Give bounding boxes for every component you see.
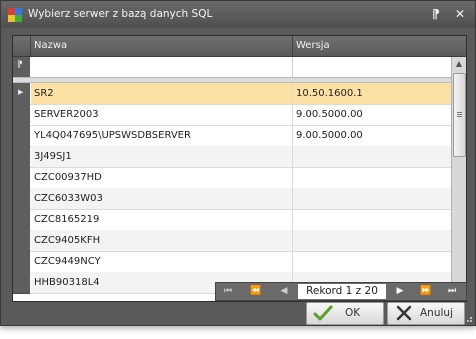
cell-name-text: CZC00937HD xyxy=(34,172,102,183)
cell-name-text: SR2 xyxy=(34,88,54,99)
next-record-icon[interactable]: ▶ xyxy=(390,283,410,300)
grid-header: Nazwa Wersja xyxy=(13,36,466,57)
cell-version[interactable] xyxy=(293,251,452,272)
row-indicator xyxy=(13,125,30,147)
window-title: Wybierz serwer z bazą danych SQL xyxy=(28,8,213,20)
current-row-arrow-icon: ▶ xyxy=(18,88,24,96)
cell-version[interactable] xyxy=(293,146,452,167)
cell-version[interactable] xyxy=(293,188,452,209)
checkmark-icon xyxy=(313,305,333,321)
row-indicator xyxy=(13,167,30,189)
cell-name-text: CZC9405KFH xyxy=(34,235,101,246)
cell-version[interactable]: 9.00.5000.00 xyxy=(293,125,452,146)
row-indicator xyxy=(13,230,30,252)
cell-version[interactable]: 10.50.1600.1 xyxy=(293,83,452,104)
cell-name-text: CZC9449NCY xyxy=(34,256,101,267)
cell-name[interactable]: CZC00937HD xyxy=(31,167,293,188)
header-indicator-cell xyxy=(13,36,31,56)
cell-version-text: 9.00.5000.00 xyxy=(296,109,363,120)
column-header-name-label: Nazwa xyxy=(34,40,68,51)
dialog-window: Wybierz serwer z bazą danych SQL ⁋ ✕ Naz… xyxy=(0,0,476,326)
cell-name[interactable]: CZC8165219 xyxy=(31,209,293,230)
cancel-x-icon xyxy=(396,305,412,321)
next-page-icon[interactable]: ⏩ xyxy=(416,283,436,300)
cell-version[interactable] xyxy=(293,209,452,230)
row-indicator xyxy=(13,146,30,168)
cell-name[interactable]: SERVER2003 xyxy=(31,104,293,125)
table-row[interactable]: ▶ SR2 10.50.1600.1 xyxy=(13,83,452,105)
prev-record-icon[interactable]: ◀ xyxy=(274,283,294,300)
cell-name-text: 3J49SJ1 xyxy=(34,151,72,162)
table-row[interactable]: 3J49SJ1 xyxy=(13,146,452,168)
cell-name[interactable]: SR2 xyxy=(31,83,293,104)
cancel-button-label: Anuluj xyxy=(420,307,453,319)
cell-name-text: CZC8165219 xyxy=(34,214,100,225)
prev-page-icon[interactable]: ⏪ xyxy=(246,283,266,300)
cell-version[interactable]: 9.00.5000.00 xyxy=(293,104,452,125)
row-indicator xyxy=(13,104,30,126)
row-indicator xyxy=(13,188,30,210)
cell-name[interactable]: CZC6033W03 xyxy=(31,188,293,209)
ok-button-label: OK xyxy=(345,307,361,319)
scroll-up-icon[interactable]: ▲ xyxy=(452,57,466,71)
column-header-name[interactable]: Nazwa xyxy=(31,36,293,56)
row-indicator xyxy=(13,251,30,273)
cell-version-text: 10.50.1600.1 xyxy=(296,88,363,99)
record-navigator: ⏮ ⏪ ◀ Rekord 1 z 20 ▶ ⏩ ⏭ xyxy=(215,282,467,301)
row-indicator: ▶ xyxy=(13,83,30,105)
filter-separator xyxy=(292,57,293,77)
table-row[interactable]: CZC8165219 xyxy=(13,209,452,231)
cell-name[interactable]: CZC9405KFH xyxy=(31,230,293,251)
cell-version[interactable] xyxy=(293,167,452,188)
vertical-scrollbar[interactable]: ▲ ▼ xyxy=(451,57,466,301)
cell-name-text: CZC6033W03 xyxy=(34,193,103,204)
close-button[interactable]: ✕ xyxy=(451,6,469,23)
database-app-icon xyxy=(8,8,22,22)
scroll-thumb[interactable] xyxy=(453,73,466,157)
cell-name[interactable]: YL4Q047695\UPSWSDBSERVER xyxy=(31,125,293,146)
cancel-button[interactable]: Anuluj xyxy=(387,302,465,325)
column-header-version-label: Wersja xyxy=(296,40,330,51)
row-indicator xyxy=(13,209,30,231)
table-row[interactable]: CZC00937HD xyxy=(13,167,452,189)
filter-row[interactable]: ⁋ xyxy=(13,57,466,78)
first-record-icon[interactable]: ⏮ xyxy=(218,283,238,300)
cell-name-text: HHB90318L4 xyxy=(34,277,100,288)
table-row[interactable]: CZC9449NCY xyxy=(13,251,452,273)
record-counter: Rekord 1 z 20 xyxy=(298,284,386,299)
filter-icon: ⁋ xyxy=(13,57,30,77)
cell-name[interactable]: CZC9449NCY xyxy=(31,251,293,272)
row-indicator xyxy=(13,272,30,294)
last-record-icon[interactable]: ⏭ xyxy=(442,283,462,300)
grid-rows: ▶ SR2 10.50.1600.1 SERVER2003 9.00.5000.… xyxy=(13,83,452,301)
cell-version[interactable] xyxy=(293,230,452,251)
ok-button[interactable]: OK xyxy=(306,302,384,325)
title-bar[interactable]: Wybierz serwer z bazą danych SQL ⁋ ✕ xyxy=(1,1,475,28)
pin-button[interactable]: ⁋ xyxy=(427,6,445,23)
server-grid: Nazwa Wersja ⁋ ▶ SR2 10.50.1600.1 SERVER… xyxy=(12,35,467,302)
resize-grip-icon[interactable] xyxy=(463,313,473,323)
table-row[interactable]: CZC9405KFH xyxy=(13,230,452,252)
table-row[interactable]: CZC6033W03 xyxy=(13,188,452,210)
table-row[interactable]: YL4Q047695\UPSWSDBSERVER 9.00.5000.00 xyxy=(13,125,452,147)
cell-name[interactable]: 3J49SJ1 xyxy=(31,146,293,167)
table-row[interactable]: SERVER2003 9.00.5000.00 xyxy=(13,104,452,126)
cell-name-text: YL4Q047695\UPSWSDBSERVER xyxy=(34,130,191,141)
column-header-version[interactable]: Wersja xyxy=(293,36,466,56)
cell-version-text: 9.00.5000.00 xyxy=(296,130,363,141)
cell-name-text: SERVER2003 xyxy=(34,109,99,120)
